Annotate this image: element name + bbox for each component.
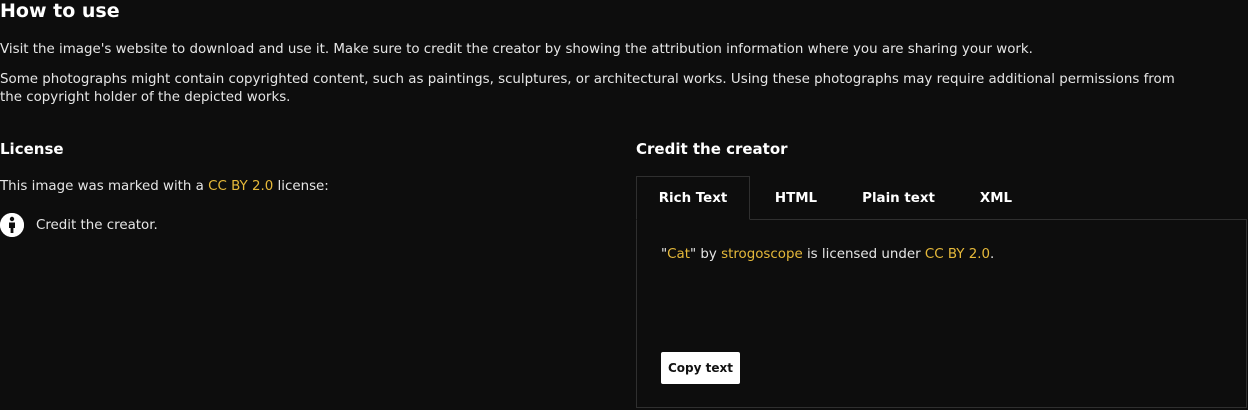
copy-text-button[interactable]: Copy text: [661, 352, 740, 384]
license-condition-label: Credit the creator.: [36, 217, 158, 233]
license-desc-prefix: This image was marked with a: [0, 179, 209, 194]
cc-by-icon: [0, 213, 24, 237]
tab-plain-text[interactable]: Plain text: [842, 176, 955, 220]
tab-rich-text[interactable]: Rich Text: [636, 176, 750, 220]
credit-title: Credit the creator: [636, 140, 788, 158]
license-desc-suffix: license:: [273, 179, 329, 194]
how-to-use-paragraph: Visit the image's website to download an…: [0, 42, 1033, 57]
by-text: " by: [689, 247, 722, 262]
tab-html[interactable]: HTML: [750, 176, 842, 220]
license-link[interactable]: CC BY 2.0: [208, 179, 273, 194]
attribution-license-link[interactable]: CC BY 2.0: [925, 247, 990, 262]
license-condition-by: Credit the creator.: [0, 212, 158, 238]
end-period: .: [990, 247, 995, 262]
copyright-notice-paragraph: Some photographs might contain copyright…: [0, 72, 1175, 105]
how-to-use-title: How to use: [0, 0, 120, 22]
work-title-link[interactable]: Cat: [667, 247, 690, 262]
licensed-text: is licensed under: [802, 247, 925, 262]
license-title: License: [0, 140, 64, 158]
tab-xml[interactable]: XML: [955, 176, 1037, 220]
license-description: This image was marked with a CC BY 2.0 l…: [0, 178, 329, 196]
creator-link[interactable]: strogoscope: [721, 247, 803, 262]
attribution-text: "Cat" by strogoscope is licensed under C…: [661, 246, 994, 264]
attribution-format-tabs: Rich Text HTML Plain text XML: [636, 176, 1037, 220]
